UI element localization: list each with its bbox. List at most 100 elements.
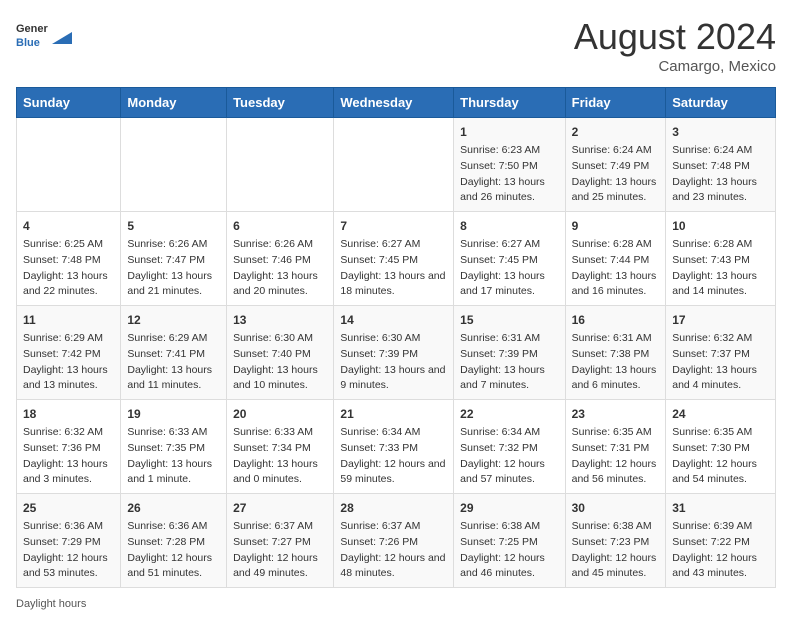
calendar-cell: 8 Sunrise: 6:27 AMSunset: 7:45 PMDaylight… xyxy=(454,212,565,306)
day-number: 2 xyxy=(572,123,660,141)
day-info: Sunrise: 6:28 AMSunset: 7:44 PMDaylight:… xyxy=(572,237,660,300)
day-number: 16 xyxy=(572,311,660,329)
day-number: 31 xyxy=(672,499,769,517)
day-number: 27 xyxy=(233,499,327,517)
svg-text:Blue: Blue xyxy=(16,37,40,49)
weekday-header: Monday xyxy=(121,88,227,118)
calendar-cell: 15Sunrise: 6:31 AMSunset: 7:39 PMDayligh… xyxy=(454,306,565,400)
day-number: 20 xyxy=(233,405,327,423)
day-info: Sunrise: 6:33 AMSunset: 7:34 PMDaylight:… xyxy=(233,425,327,488)
calendar-cell: 16 Sunrise: 6:31 AMSunset: 7:38 PMDayligh… xyxy=(565,306,666,400)
day-number: 9 xyxy=(572,217,660,235)
day-info: Sunrise: 6:30 AMSunset: 7:40 PMDaylight:… xyxy=(233,331,327,394)
calendar-cell: 24 Sunrise: 6:35 AMSunset: 7:30 PMDayligh… xyxy=(666,400,776,494)
calendar-cell: 23 Sunrise: 6:35 AMSunset: 7:31 PMDayligh… xyxy=(565,400,666,494)
day-info: Sunrise: 6:37 AMSunset: 7:27 PMDaylight:… xyxy=(233,519,327,582)
calendar-cell: 9 Sunrise: 6:28 AMSunset: 7:44 PMDaylight… xyxy=(565,212,666,306)
day-info: Sunrise: 6:23 AMSunset: 7:50 PMDaylight:… xyxy=(460,143,558,206)
calendar-cell xyxy=(121,118,227,212)
day-number: 25 xyxy=(23,499,114,517)
logo: General Blue xyxy=(16,16,72,52)
weekday-header: Thursday xyxy=(454,88,565,118)
day-info: Sunrise: 6:32 AMSunset: 7:36 PMDaylight:… xyxy=(23,425,114,488)
calendar-cell: 1 Sunrise: 6:23 AMSunset: 7:50 PMDaylight… xyxy=(454,118,565,212)
calendar-cell: 11Sunrise: 6:29 AMSunset: 7:42 PMDayligh… xyxy=(17,306,121,400)
calendar-cell: 3 Sunrise: 6:24 AMSunset: 7:48 PMDaylight… xyxy=(666,118,776,212)
calendar-week-row: 1 Sunrise: 6:23 AMSunset: 7:50 PMDaylight… xyxy=(17,118,776,212)
day-info: Sunrise: 6:31 AMSunset: 7:39 PMDaylight:… xyxy=(460,331,558,394)
day-info: Sunrise: 6:27 AMSunset: 7:45 PMDaylight:… xyxy=(460,237,558,300)
logo-arrow-icon xyxy=(52,24,72,44)
day-number: 12 xyxy=(127,311,220,329)
day-info: Sunrise: 6:39 AMSunset: 7:22 PMDaylight:… xyxy=(672,519,769,582)
day-info: Sunrise: 6:24 AMSunset: 7:48 PMDaylight:… xyxy=(672,143,769,206)
day-info: Sunrise: 6:38 AMSunset: 7:25 PMDaylight:… xyxy=(460,519,558,582)
weekday-header: Friday xyxy=(565,88,666,118)
calendar-table: SundayMondayTuesdayWednesdayThursdayFrid… xyxy=(16,87,776,588)
calendar-cell: 31 Sunrise: 6:39 AMSunset: 7:22 PMDayligh… xyxy=(666,494,776,588)
day-number: 10 xyxy=(672,217,769,235)
day-number: 23 xyxy=(572,405,660,423)
calendar-cell: 18 Sunrise: 6:32 AMSunset: 7:36 PMDayligh… xyxy=(17,400,121,494)
calendar-week-row: 4 Sunrise: 6:25 AMSunset: 7:48 PMDaylight… xyxy=(17,212,776,306)
day-info: Sunrise: 6:27 AMSunset: 7:45 PMDaylight:… xyxy=(340,237,447,300)
header-row: SundayMondayTuesdayWednesdayThursdayFrid… xyxy=(17,88,776,118)
day-info: Sunrise: 6:34 AMSunset: 7:32 PMDaylight:… xyxy=(460,425,558,488)
day-number: 28 xyxy=(340,499,447,517)
calendar-week-row: 18 Sunrise: 6:32 AMSunset: 7:36 PMDayligh… xyxy=(17,400,776,494)
month-title: August 2024 xyxy=(574,16,776,58)
weekday-header: Wednesday xyxy=(334,88,454,118)
day-number: 22 xyxy=(460,405,558,423)
svg-text:General: General xyxy=(16,23,48,35)
calendar-cell: 17Sunrise: 6:32 AMSunset: 7:37 PMDayligh… xyxy=(666,306,776,400)
day-info: Sunrise: 6:26 AMSunset: 7:46 PMDaylight:… xyxy=(233,237,327,300)
day-info: Sunrise: 6:36 AMSunset: 7:29 PMDaylight:… xyxy=(23,519,114,582)
day-info: Sunrise: 6:30 AMSunset: 7:39 PMDaylight:… xyxy=(340,331,447,394)
weekday-header: Sunday xyxy=(17,88,121,118)
calendar-week-row: 11Sunrise: 6:29 AMSunset: 7:42 PMDayligh… xyxy=(17,306,776,400)
calendar-cell xyxy=(227,118,334,212)
calendar-cell: 28Sunrise: 6:37 AMSunset: 7:26 PMDayligh… xyxy=(334,494,454,588)
weekday-header: Tuesday xyxy=(227,88,334,118)
day-info: Sunrise: 6:25 AMSunset: 7:48 PMDaylight:… xyxy=(23,237,114,300)
day-info: Sunrise: 6:35 AMSunset: 7:31 PMDaylight:… xyxy=(572,425,660,488)
day-info: Sunrise: 6:28 AMSunset: 7:43 PMDaylight:… xyxy=(672,237,769,300)
calendar-cell: 7 Sunrise: 6:27 AMSunset: 7:45 PMDaylight… xyxy=(334,212,454,306)
calendar-cell: 22 Sunrise: 6:34 AMSunset: 7:32 PMDayligh… xyxy=(454,400,565,494)
calendar-cell: 12Sunrise: 6:29 AMSunset: 7:41 PMDayligh… xyxy=(121,306,227,400)
day-number: 18 xyxy=(23,405,114,423)
day-number: 14 xyxy=(340,311,447,329)
day-info: Sunrise: 6:35 AMSunset: 7:30 PMDaylight:… xyxy=(672,425,769,488)
day-number: 24 xyxy=(672,405,769,423)
day-info: Sunrise: 6:33 AMSunset: 7:35 PMDaylight:… xyxy=(127,425,220,488)
calendar-cell: 14 Sunrise: 6:30 AMSunset: 7:39 PMDayligh… xyxy=(334,306,454,400)
day-number: 6 xyxy=(233,217,327,235)
calendar-cell: 25 Sunrise: 6:36 AMSunset: 7:29 PMDayligh… xyxy=(17,494,121,588)
title-block: August 2024 Camargo, Mexico xyxy=(574,16,776,75)
day-number: 3 xyxy=(672,123,769,141)
calendar-cell: 19 Sunrise: 6:33 AMSunset: 7:35 PMDayligh… xyxy=(121,400,227,494)
day-info: Sunrise: 6:26 AMSunset: 7:47 PMDaylight:… xyxy=(127,237,220,300)
calendar-cell: 30 Sunrise: 6:38 AMSunset: 7:23 PMDayligh… xyxy=(565,494,666,588)
day-number: 7 xyxy=(340,217,447,235)
calendar-cell: 6 Sunrise: 6:26 AMSunset: 7:46 PMDaylight… xyxy=(227,212,334,306)
calendar-cell: 2Sunrise: 6:24 AMSunset: 7:49 PMDaylight… xyxy=(565,118,666,212)
day-number: 30 xyxy=(572,499,660,517)
day-number: 19 xyxy=(127,405,220,423)
day-number: 1 xyxy=(460,123,558,141)
day-info: Sunrise: 6:38 AMSunset: 7:23 PMDaylight:… xyxy=(572,519,660,582)
day-number: 17 xyxy=(672,311,769,329)
calendar-cell: 10 Sunrise: 6:28 AMSunset: 7:43 PMDayligh… xyxy=(666,212,776,306)
day-number: 13 xyxy=(233,311,327,329)
calendar-cell: 27 Sunrise: 6:37 AMSunset: 7:27 PMDayligh… xyxy=(227,494,334,588)
day-number: 11 xyxy=(23,311,114,329)
day-number: 4 xyxy=(23,217,114,235)
day-info: Sunrise: 6:31 AMSunset: 7:38 PMDaylight:… xyxy=(572,331,660,394)
day-number: 8 xyxy=(460,217,558,235)
location: Camargo, Mexico xyxy=(574,58,776,75)
day-info: Sunrise: 6:34 AMSunset: 7:33 PMDaylight:… xyxy=(340,425,447,488)
day-number: 26 xyxy=(127,499,220,517)
calendar-cell: 13 Sunrise: 6:30 AMSunset: 7:40 PMDayligh… xyxy=(227,306,334,400)
day-number: 21 xyxy=(340,405,447,423)
day-number: 5 xyxy=(127,217,220,235)
